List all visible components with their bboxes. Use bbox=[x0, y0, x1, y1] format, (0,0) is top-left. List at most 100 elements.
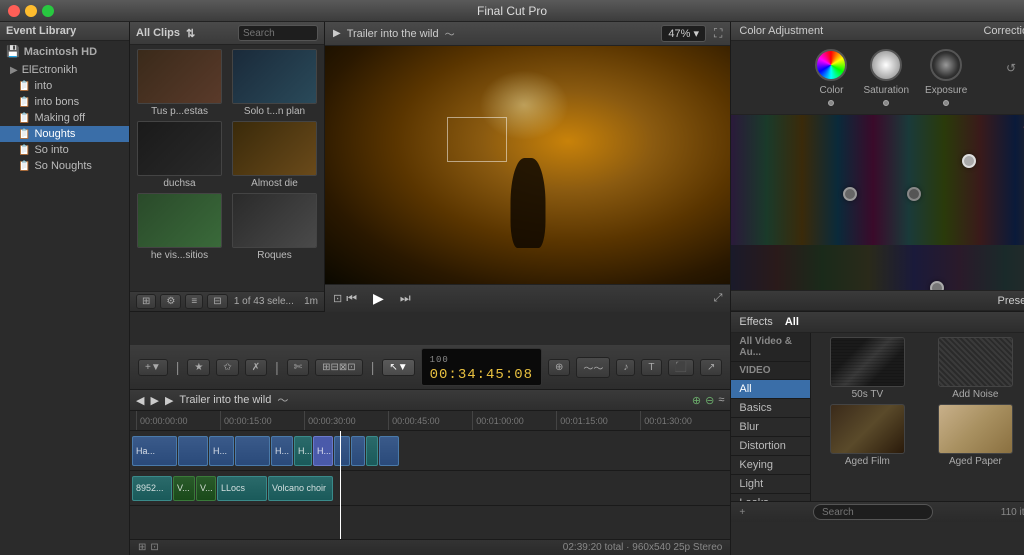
ruler-mark: 00:00:45:00 bbox=[388, 411, 472, 430]
effects-tab-all[interactable]: All bbox=[781, 315, 803, 329]
zoom-to-fit[interactable]: ⊕ bbox=[548, 359, 570, 376]
color-tool-exposure[interactable]: Exposure bbox=[925, 49, 967, 106]
effect-add-noise[interactable]: Add Noise bbox=[923, 337, 1024, 400]
sidebar-item-so-noughts[interactable]: 📋 So Noughts bbox=[0, 158, 129, 174]
effect-aged-film[interactable]: Aged Film bbox=[815, 404, 919, 467]
title-btn[interactable]: T bbox=[641, 359, 661, 376]
effects-cat-keying[interactable]: Keying bbox=[731, 456, 810, 475]
clip-thumb-image bbox=[138, 194, 221, 247]
clip-h4[interactable]: H... bbox=[271, 436, 293, 466]
effects-cat-looks[interactable]: Looks bbox=[731, 494, 810, 501]
clip-item[interactable]: Tus p...estas bbox=[134, 49, 225, 117]
clip-h6[interactable] bbox=[334, 436, 350, 466]
zoom-out-btn[interactable]: ⊖ bbox=[705, 394, 714, 407]
sidebar-item-into-bons[interactable]: 📋 into bons bbox=[0, 94, 129, 110]
reset-icon[interactable]: ↺ bbox=[1006, 61, 1016, 75]
generator-btn[interactable]: ⬛ bbox=[668, 359, 694, 376]
effects-cat-distortion[interactable]: Distortion bbox=[731, 437, 810, 456]
effects-add-icon[interactable]: + bbox=[739, 507, 745, 518]
zoom-in-btn[interactable]: ⊕ bbox=[692, 394, 701, 407]
effects-cat-basics[interactable]: Basics bbox=[731, 399, 810, 418]
effects-cat-light[interactable]: Light bbox=[731, 475, 810, 494]
transform-group[interactable]: ⊞⊟⊠⊡ bbox=[315, 359, 363, 376]
timeline-back-btn[interactable]: ◀ bbox=[136, 394, 144, 407]
clip-v1[interactable]: V... bbox=[173, 476, 195, 501]
clip-v2[interactable]: V... bbox=[196, 476, 216, 501]
effects-search-input[interactable] bbox=[813, 504, 933, 520]
waveform-btn[interactable]: 〜〜 bbox=[576, 357, 610, 378]
sidebar-item-electronikh[interactable]: ▶ ElEctronikh bbox=[0, 62, 129, 78]
clip-volcano[interactable]: Volcano choir bbox=[268, 476, 333, 501]
clip-thumbnail bbox=[137, 193, 222, 248]
list-view-btn[interactable]: ≡ bbox=[185, 294, 203, 309]
minimize-button[interactable] bbox=[25, 5, 37, 17]
select-tool[interactable]: ↖▼ bbox=[382, 359, 414, 376]
blade-btn[interactable]: ✄ bbox=[287, 359, 309, 376]
clip-thumb-image bbox=[233, 50, 316, 103]
audio-toggle[interactable]: ≈ bbox=[718, 394, 724, 407]
clip-ha[interactable]: Ha... bbox=[132, 436, 177, 466]
window-controls[interactable] bbox=[8, 5, 54, 17]
reject-btn[interactable]: ✗ bbox=[245, 359, 267, 376]
audio-btn[interactable]: ♪ bbox=[616, 359, 635, 376]
settings-btn[interactable]: ⚙ bbox=[160, 294, 181, 309]
sidebar-item-label: So into bbox=[34, 144, 68, 156]
clip-item[interactable]: he vis...sitios bbox=[134, 193, 225, 261]
crop-icon[interactable]: ⊡ bbox=[333, 292, 342, 305]
clip-item[interactable]: Solo t...n plan bbox=[229, 49, 320, 117]
rewind-button[interactable]: ⏮ bbox=[342, 289, 361, 308]
maximize-button[interactable] bbox=[42, 5, 54, 17]
add-clip-btn[interactable]: +▼ bbox=[138, 359, 168, 376]
share-btn[interactable]: ↗ bbox=[700, 359, 722, 376]
clips-search-input[interactable] bbox=[238, 25, 318, 41]
sort-icon[interactable]: ⇅ bbox=[186, 27, 195, 40]
folder-icon: ▶ bbox=[10, 65, 18, 76]
sidebar-item-label: into bons bbox=[34, 96, 79, 108]
clip-llocs[interactable]: LLocs bbox=[217, 476, 267, 501]
clip-h3[interactable] bbox=[235, 436, 270, 466]
star-btn[interactable]: ★ bbox=[187, 359, 210, 376]
timeline-play-btn[interactable]: ▶ bbox=[150, 394, 158, 407]
clip-end[interactable] bbox=[379, 436, 399, 466]
effect-aged-paper[interactable]: Aged Paper bbox=[923, 404, 1024, 467]
effects-cat-blur[interactable]: Blur bbox=[731, 418, 810, 437]
clip-h7[interactable] bbox=[351, 436, 365, 466]
fullscreen-button[interactable]: ⤢ bbox=[714, 292, 723, 305]
clip-item[interactable]: duchsa bbox=[134, 121, 225, 189]
timeline-ruler: 00:00:00:00 00:00:15:00 00:00:30:00 00:0… bbox=[130, 411, 730, 431]
clip-h2[interactable]: H... bbox=[209, 436, 234, 466]
sidebar-item-into[interactable]: 📋 into bbox=[0, 78, 129, 94]
ruler-mark: 00:01:30:00 bbox=[640, 411, 724, 430]
shadow-control[interactable] bbox=[843, 187, 857, 201]
play-icon: ▶ bbox=[165, 394, 173, 407]
timeline-footer-icon2[interactable]: ⊡ bbox=[150, 542, 158, 553]
timeline-footer-icon[interactable]: ⊞ bbox=[138, 542, 146, 553]
half-star-btn[interactable]: ✩ bbox=[216, 359, 238, 376]
clip-item[interactable]: Roques bbox=[229, 193, 320, 261]
zoom-control[interactable]: 47% ▾ bbox=[661, 25, 706, 42]
midtone-control[interactable] bbox=[907, 187, 921, 201]
sidebar-drive-item[interactable]: 💾 Macintosh HD bbox=[0, 41, 129, 62]
clip-t[interactable] bbox=[366, 436, 378, 466]
color-tool-saturation[interactable]: Saturation bbox=[863, 49, 909, 106]
highlight-control[interactable] bbox=[962, 154, 976, 168]
fullscreen-icon[interactable]: ⛶ bbox=[714, 26, 722, 41]
detail-view-btn[interactable]: ⊟ bbox=[207, 294, 227, 309]
clip-selected[interactable]: H... bbox=[313, 436, 333, 466]
color-tool-color[interactable]: Color bbox=[815, 49, 847, 106]
close-button[interactable] bbox=[8, 5, 20, 17]
clip-8952[interactable]: 8952... bbox=[132, 476, 172, 501]
play-button[interactable]: ▶ bbox=[369, 288, 388, 309]
master-control[interactable] bbox=[930, 281, 944, 290]
clip-item[interactable]: Almost die bbox=[229, 121, 320, 189]
effects-cat-all[interactable]: All bbox=[731, 380, 810, 399]
sidebar-item-noughts[interactable]: 📋 Noughts bbox=[0, 126, 129, 142]
clip-b[interactable] bbox=[178, 436, 208, 466]
sidebar-item-making-off[interactable]: 📋 Making off bbox=[0, 110, 129, 126]
effect-50s-tv[interactable]: 50s TV bbox=[815, 337, 919, 400]
sidebar-item-so-into[interactable]: 📋 So into bbox=[0, 142, 129, 158]
clip-h5[interactable]: H... bbox=[294, 436, 312, 466]
presets-button[interactable]: Presets ▾ bbox=[998, 294, 1024, 307]
grid-view-btn[interactable]: ⊞ bbox=[136, 294, 156, 309]
forward-button[interactable]: ⏭ bbox=[396, 289, 415, 308]
